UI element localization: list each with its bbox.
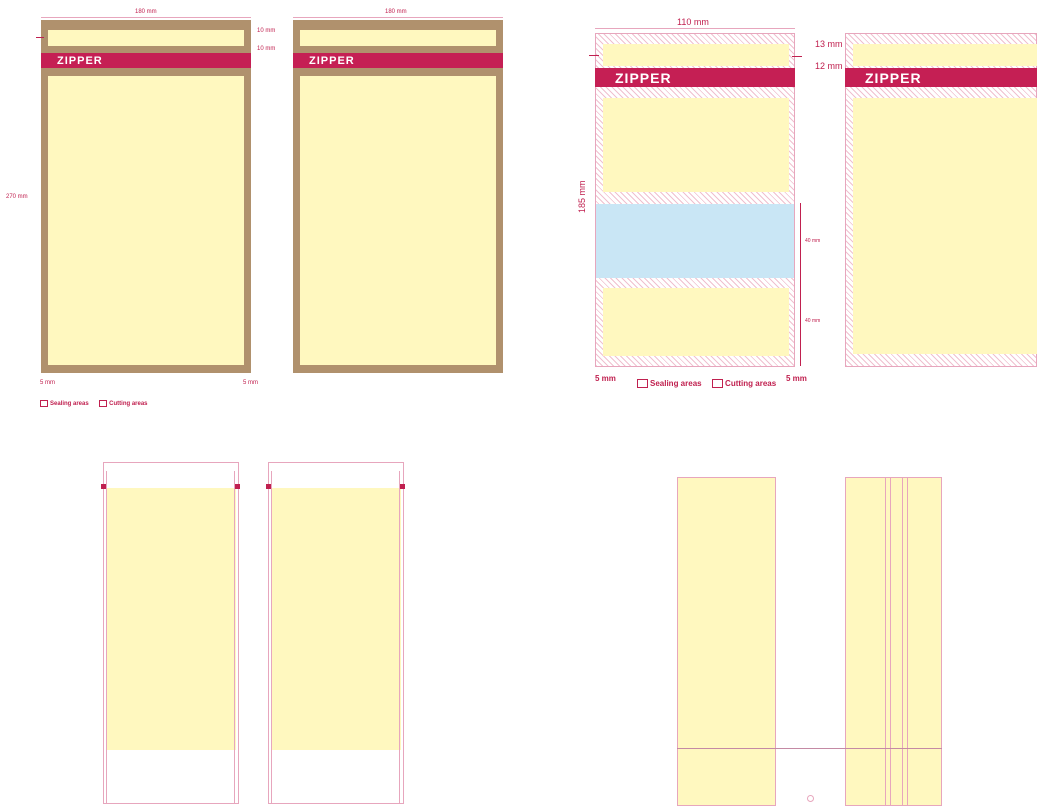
bag-left-front: ZIPPER: [41, 20, 251, 373]
transparent-window: [596, 204, 794, 278]
legend-cutting-swatch: [712, 379, 724, 389]
gusset-fold-line: [885, 478, 886, 805]
inner-cut-line: [399, 471, 400, 803]
top-print-strip: [48, 30, 244, 46]
cut-arrow-left: [589, 55, 599, 56]
cut-arrow-left: [36, 37, 44, 38]
lower-print-area: [603, 288, 789, 356]
window-label-1: 40 mm: [805, 238, 821, 244]
zipper-height-label: 12 mm: [815, 61, 843, 71]
bottom-fold-line: [677, 748, 942, 749]
width-dimension-line-left: [41, 17, 251, 18]
zipper-label: ZIPPER: [309, 54, 355, 67]
bottom-right-margin-label: 5 mm: [243, 380, 258, 386]
legend-cutting: Cutting areas: [712, 379, 776, 389]
main-print-area: [48, 76, 244, 365]
width-label-left: 180 mm: [135, 9, 157, 15]
zipper-marker-left: [101, 484, 106, 489]
legend-cutting-swatch: [99, 399, 108, 407]
legend-sealing: Sealing areas: [637, 379, 702, 389]
zipper-band: ZIPPER: [293, 53, 503, 68]
zipper-marker-right: [235, 484, 240, 489]
inner-cut-line: [271, 471, 272, 803]
bag-right-back: ZIPPER: [293, 20, 503, 373]
legend-panel-b: Sealing areas Cutting areas: [637, 373, 776, 391]
flat-bag-right: [268, 462, 404, 804]
cut-arrow-right: [792, 56, 802, 57]
bottom-left-margin-label: 5 mm: [40, 380, 55, 386]
legend-sealing-swatch: [637, 379, 648, 389]
top-print-strip: [853, 44, 1037, 66]
flat-bag-left: [103, 462, 239, 804]
upper-print-area: [603, 98, 789, 192]
print-area: [106, 488, 236, 750]
width-dimension-line-right: [293, 17, 503, 18]
top-label: 13 mm: [815, 39, 843, 49]
height-label: 185 mm: [577, 180, 587, 213]
legend-sealing-swatch: [40, 399, 48, 407]
zipper-gap-label: 10 mm: [257, 46, 276, 52]
top-margin-label: 10 mm: [257, 28, 276, 34]
width-label: 110 mm: [677, 17, 709, 27]
width-label-right: 180 mm: [385, 9, 407, 15]
gusset-fold-line: [902, 478, 903, 805]
inner-cut-line: [106, 471, 107, 803]
bottom-left-margin-label: 5 mm: [595, 374, 616, 383]
zipper-band: ZIPPER: [595, 68, 795, 87]
width-dimension-line: [595, 28, 795, 29]
top-print-strip: [603, 44, 789, 66]
legend-cutting: Cutting areas: [99, 399, 148, 407]
zipper-label: ZIPPER: [865, 69, 922, 86]
gusset-fold-line: [907, 478, 908, 805]
zipper-label: ZIPPER: [57, 54, 103, 67]
front-panel: [677, 477, 776, 806]
main-print-area: [300, 76, 496, 365]
back-panel-with-gussets: [845, 477, 942, 806]
zipper-label: ZIPPER: [615, 69, 672, 86]
bottom-right-margin-label: 5 mm: [786, 374, 807, 383]
top-print-strip: [300, 30, 496, 46]
legend-panel-a: Sealing areas Cutting areas: [40, 392, 148, 410]
center-mark: [807, 795, 814, 802]
inner-cut-line: [234, 471, 235, 803]
zipper-band: ZIPPER: [41, 53, 251, 68]
legend-sealing: Sealing areas: [40, 399, 89, 407]
main-print-area: [853, 98, 1037, 354]
bag-back: ZIPPER: [845, 33, 1037, 367]
zipper-band: ZIPPER: [845, 68, 1037, 87]
gusset-fold-line: [890, 478, 891, 805]
window-dimension-line: [800, 203, 801, 366]
zipper-marker-left: [266, 484, 271, 489]
bag-front: ZIPPER: [595, 33, 795, 367]
height-label: 270 mm: [6, 194, 28, 200]
zipper-marker-right: [400, 484, 405, 489]
window-label-2: 40 mm: [805, 318, 821, 324]
print-area: [271, 488, 401, 750]
